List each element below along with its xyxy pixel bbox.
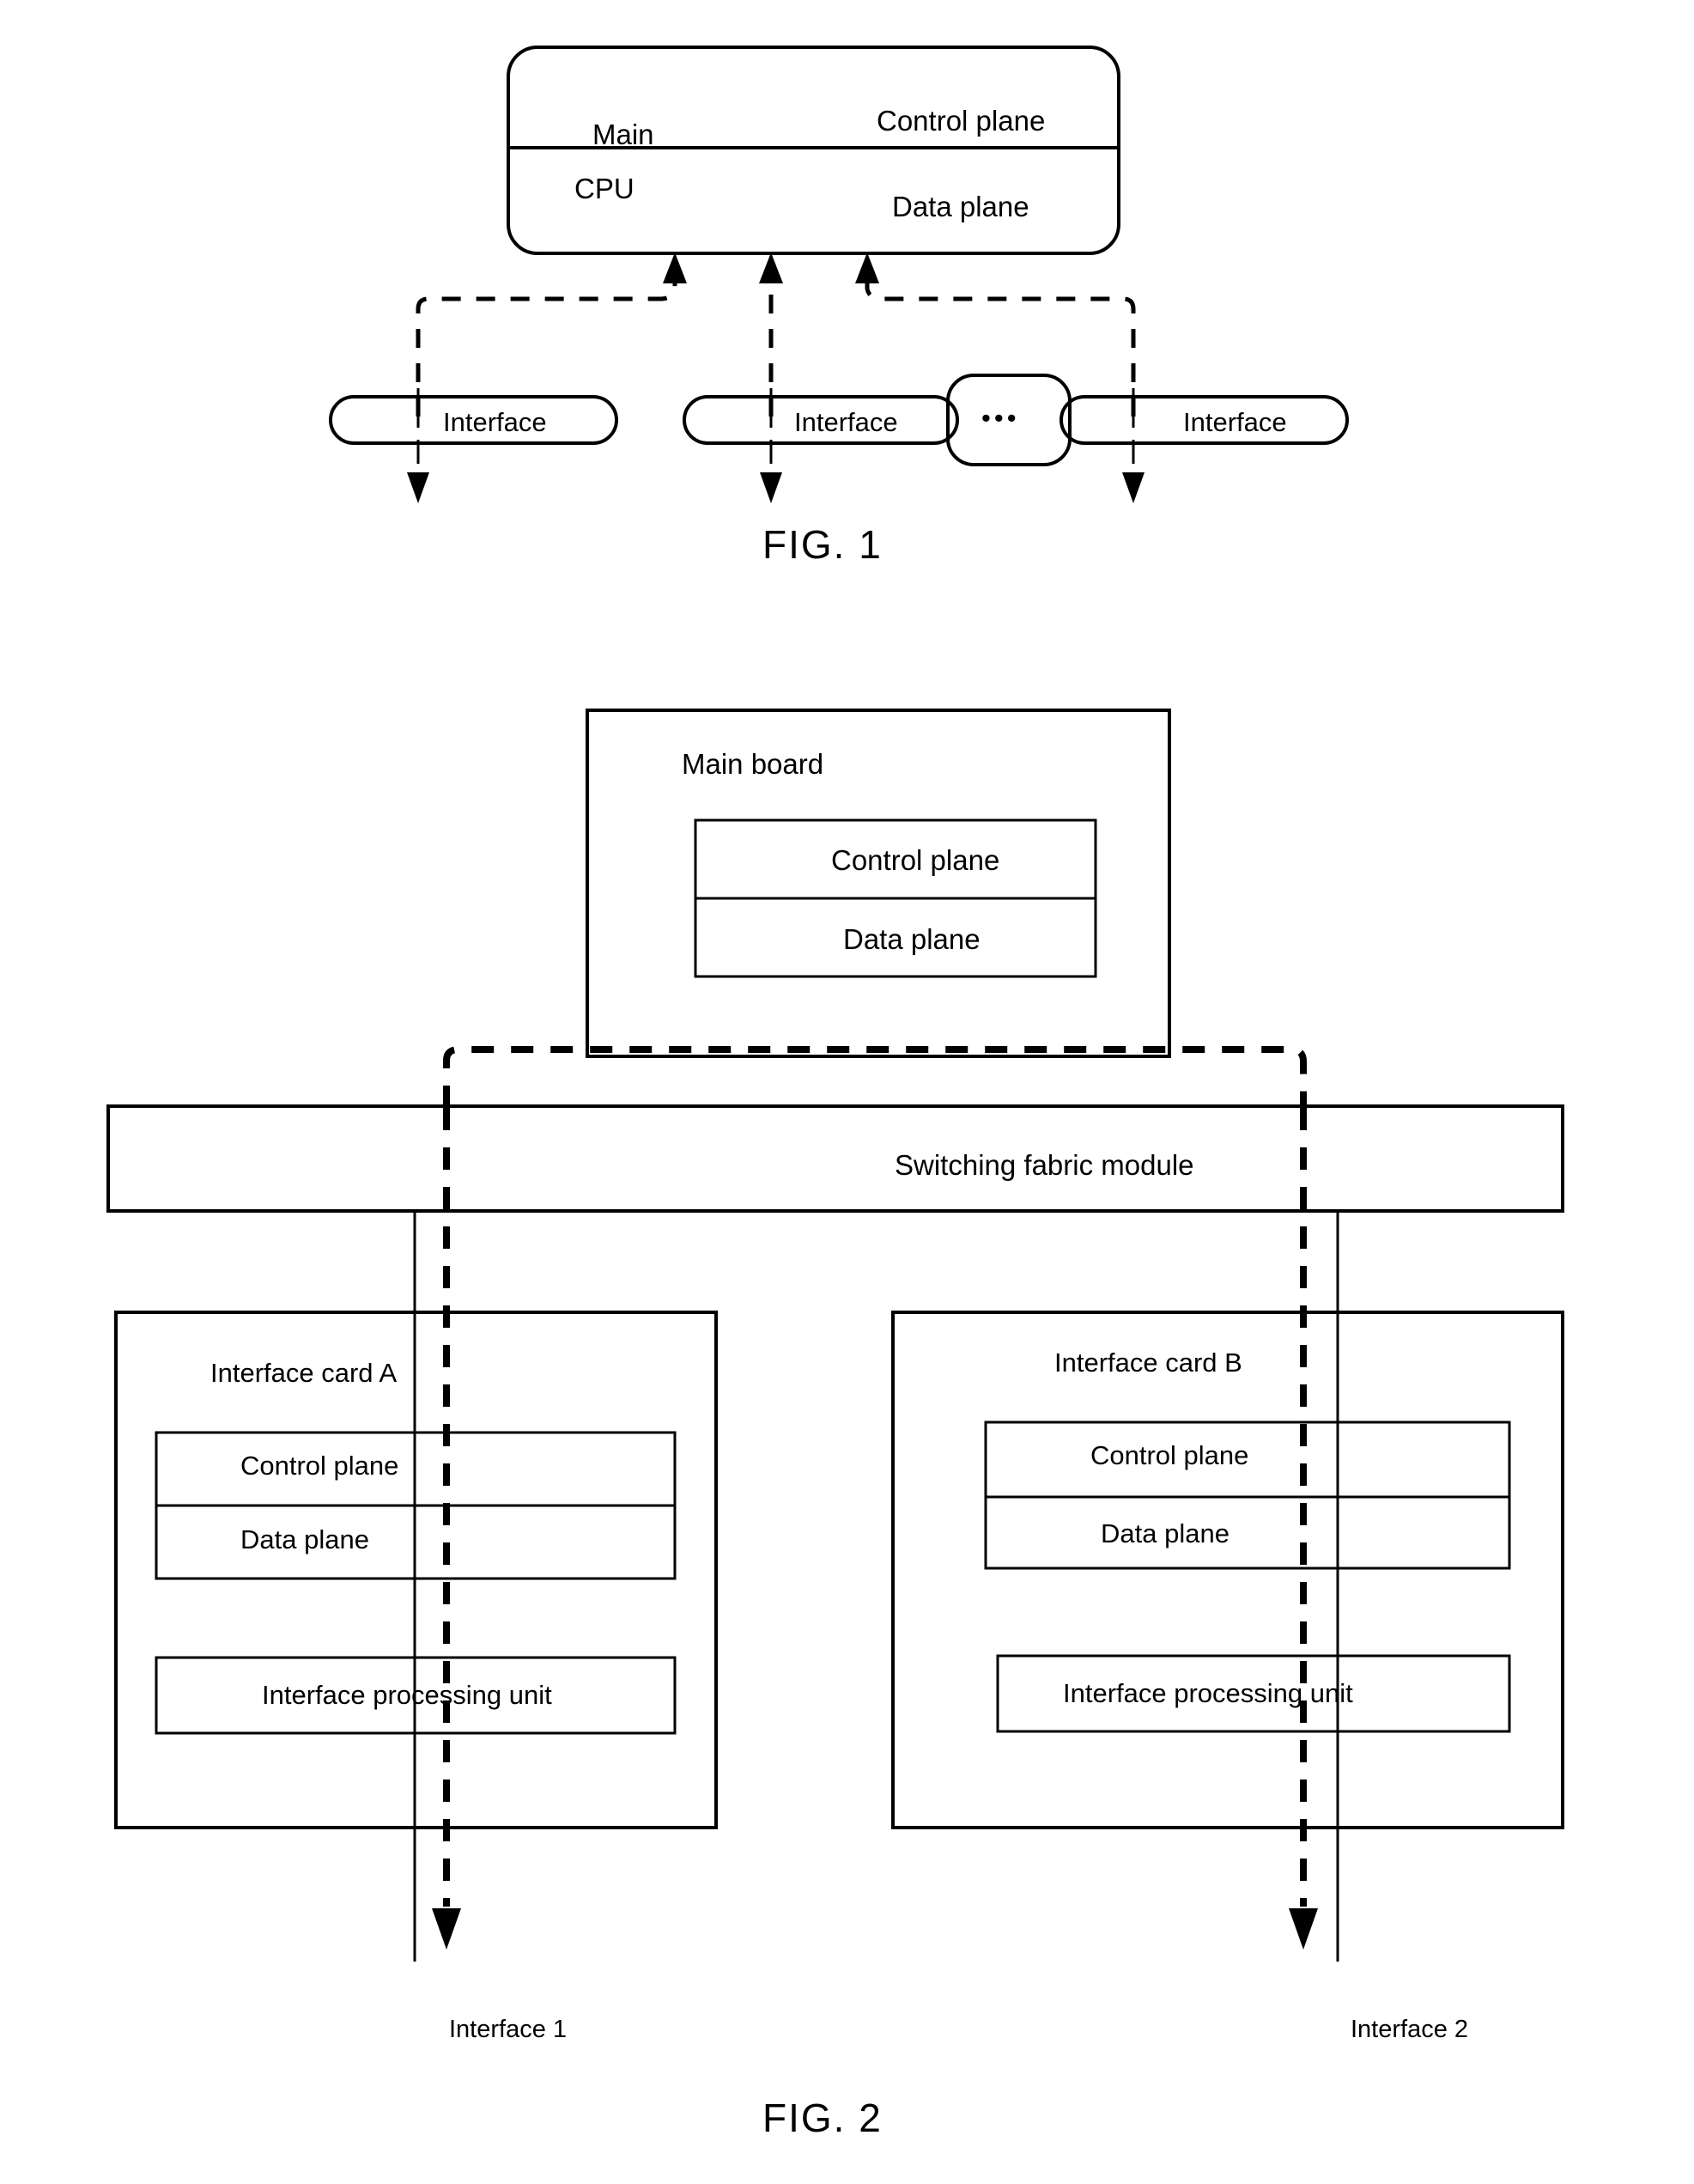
card-a-data-plane-label: Data plane	[240, 1524, 369, 1554]
fig1-caption: FIG. 1	[762, 522, 883, 567]
card-b-data-plane-label: Data plane	[1101, 1518, 1230, 1548]
arrowhead-down-card-b	[1289, 1908, 1318, 1950]
fig2-group	[106, 709, 1564, 1962]
interface-card-b-title: Interface card B	[1054, 1348, 1242, 1378]
card-a-control-plane-label: Control plane	[240, 1451, 399, 1481]
main-board-control-plane-label: Control plane	[831, 844, 1000, 876]
card-b-processing-unit-label: Interface processing unit	[1063, 1678, 1353, 1708]
arrowhead-up-center	[759, 252, 783, 283]
main-board-data-plane-label: Data plane	[843, 923, 981, 955]
diagram-vector-layer	[106, 46, 1564, 1962]
interface-pill-2-label: Interface	[794, 407, 898, 437]
card-a-processing-unit-label: Interface processing unit	[262, 1680, 552, 1710]
card-b-control-plane-label: Control plane	[1090, 1440, 1249, 1470]
switching-fabric-box	[106, 1104, 1564, 1213]
main-board-box	[586, 709, 1171, 1058]
main-cpu-label-line1: Main	[592, 119, 654, 150]
main-board-title: Main board	[682, 748, 824, 780]
arrowhead-down-card-a	[432, 1908, 461, 1950]
fig2-caption: FIG. 2	[762, 2096, 883, 2140]
main-cpu-label-line2: CPU	[574, 173, 634, 204]
arrowhead-down-1	[407, 472, 429, 503]
arrowhead-down-3	[1122, 472, 1145, 503]
interface-pill-3-label: Interface	[1183, 407, 1287, 437]
interface-card-a-title: Interface card A	[210, 1358, 398, 1388]
arrowhead-down-2	[760, 472, 782, 503]
arrowhead-up-right	[855, 252, 879, 283]
patent-figure-sheet: Main CPU Control plane Data plane Interf…	[0, 0, 1694, 2184]
interface-ellipsis-label: •••	[981, 403, 1020, 433]
interface-2-port-label: Interface 2	[1351, 2016, 1469, 2043]
interface-1-port-label: Interface 1	[449, 2016, 568, 2043]
switching-fabric-title: Switching fabric module	[895, 1149, 1194, 1181]
arrowhead-up-left	[663, 252, 687, 283]
interface-pill-1-label: Interface	[443, 407, 547, 437]
main-cpu-box	[507, 46, 1120, 255]
main-cpu-control-plane-label: Control plane	[877, 105, 1046, 137]
main-cpu-data-plane-label: Data plane	[892, 191, 1029, 222]
dashed-fabric-path-top	[443, 1046, 1307, 1108]
interface-card-b-box	[891, 1311, 1564, 1829]
